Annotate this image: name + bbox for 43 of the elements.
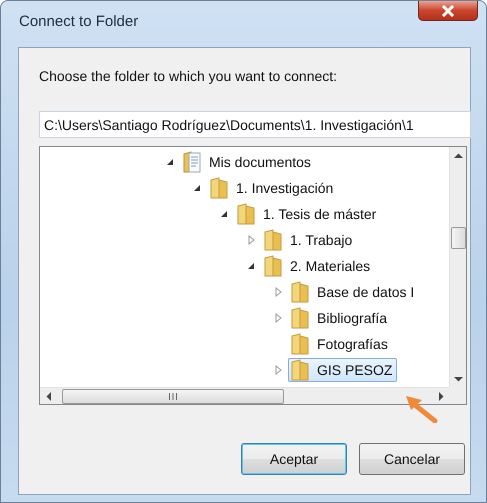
horizontal-scrollbar[interactable] — [40, 387, 449, 404]
prompt-text: Choose the folder to which you want to connect: — [39, 68, 338, 84]
tree-item[interactable]: Base de datos I — [288, 280, 420, 304]
folder-icon — [264, 255, 282, 277]
tree-item[interactable]: 1. Tesis de máster — [234, 202, 382, 226]
tree-item[interactable]: Bibliografía — [288, 306, 392, 330]
folder-icon — [237, 203, 255, 225]
folder-icon — [291, 333, 309, 355]
scroll-left-icon[interactable] — [46, 392, 52, 400]
collapse-triangle-icon[interactable] — [246, 261, 256, 271]
folder-icon — [210, 177, 228, 199]
scroll-down-icon[interactable] — [454, 376, 462, 382]
pointer-arrow-icon — [404, 393, 438, 423]
tree-item[interactable]: Mis documentos — [180, 150, 316, 174]
tree-item[interactable]: 1. Investigación — [207, 176, 338, 200]
dialog-button[interactable]: Cancelar — [359, 443, 465, 475]
scroll-thumb[interactable] — [450, 227, 466, 249]
collapse-triangle-icon[interactable] — [219, 209, 229, 219]
grip-icon — [168, 392, 178, 400]
folder-icon — [291, 281, 309, 303]
tree-item[interactable]: 2. Materiales — [261, 254, 376, 278]
path-field[interactable]: C:\Users\Santiago Rodríguez\Documents\1. Investigación\1 — [39, 111, 471, 138]
expand-triangle-icon[interactable] — [273, 313, 283, 323]
tree-item[interactable]: Fotografías — [288, 332, 393, 356]
tree-item[interactable]: GIS PESOZ — [288, 358, 398, 382]
scroll-right-icon[interactable] — [438, 392, 444, 400]
folder-icon — [291, 307, 309, 329]
folder-icon — [291, 359, 309, 381]
folder-icon — [264, 229, 282, 251]
scroll-up-icon[interactable] — [454, 152, 462, 158]
vertical-scrollbar[interactable] — [449, 147, 466, 387]
collapse-triangle-icon[interactable] — [165, 157, 175, 167]
scroll-thumb[interactable] — [62, 388, 284, 404]
tree-item[interactable]: 1. Trabajo — [261, 228, 358, 252]
collapse-triangle-icon[interactable] — [192, 183, 202, 193]
dialog-button[interactable]: Aceptar — [241, 443, 347, 475]
expand-triangle-icon[interactable] — [273, 365, 283, 375]
expand-triangle-icon[interactable] — [246, 235, 256, 245]
close-button[interactable] — [418, 1, 478, 21]
documents-folder-icon — [183, 151, 201, 173]
window-title: Connect to Folder — [19, 13, 138, 30]
expand-triangle-icon[interactable] — [273, 287, 283, 297]
close-icon — [441, 4, 455, 16]
